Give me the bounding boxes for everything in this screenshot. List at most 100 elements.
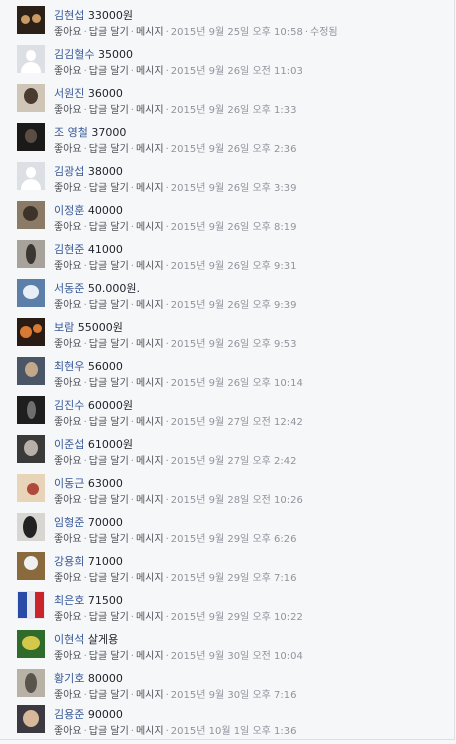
avatar[interactable]	[17, 45, 45, 73]
avatar[interactable]	[17, 318, 45, 346]
reply-link[interactable]: 답글 달기	[89, 456, 129, 467]
reply-link[interactable]: 답글 달기	[89, 66, 129, 77]
avatar[interactable]	[17, 474, 45, 502]
commenter-name[interactable]: 조 영철	[54, 126, 88, 139]
commenter-name[interactable]: 김진수	[54, 399, 84, 412]
avatar[interactable]	[17, 630, 45, 658]
comment-timestamp[interactable]: 2015년 9월 26일 오후 8:19	[171, 222, 297, 233]
comment-timestamp[interactable]: 2015년 9월 26일 오후 1:33	[171, 105, 297, 116]
like-link[interactable]: 좋아요	[54, 495, 82, 506]
like-link[interactable]: 좋아요	[54, 300, 82, 311]
commenter-name[interactable]: 이정훈	[54, 204, 84, 217]
message-link[interactable]: 메시지	[136, 339, 164, 350]
like-link[interactable]: 좋아요	[54, 573, 82, 584]
reply-link[interactable]: 답글 달기	[89, 27, 129, 38]
reply-link[interactable]: 답글 달기	[89, 495, 129, 506]
comment-timestamp[interactable]: 2015년 10월 1일 오후 1:36	[171, 726, 297, 737]
message-link[interactable]: 메시지	[136, 378, 164, 389]
avatar[interactable]	[17, 669, 45, 697]
message-link[interactable]: 메시지	[136, 534, 164, 545]
comment-timestamp[interactable]: 2015년 9월 28일 오전 10:26	[171, 495, 303, 506]
like-link[interactable]: 좋아요	[54, 261, 82, 272]
reply-link[interactable]: 답글 달기	[89, 144, 129, 155]
avatar[interactable]	[17, 435, 45, 463]
like-link[interactable]: 좋아요	[54, 456, 82, 467]
like-link[interactable]: 좋아요	[54, 339, 82, 350]
message-link[interactable]: 메시지	[136, 726, 164, 737]
like-link[interactable]: 좋아요	[54, 222, 82, 233]
commenter-name[interactable]: 이동근	[54, 477, 84, 490]
commenter-name[interactable]: 최은호	[54, 594, 84, 607]
message-link[interactable]: 메시지	[136, 66, 164, 77]
avatar[interactable]	[17, 6, 45, 34]
avatar[interactable]	[17, 279, 45, 307]
avatar[interactable]	[17, 705, 45, 733]
like-link[interactable]: 좋아요	[54, 690, 82, 701]
avatar[interactable]	[17, 552, 45, 580]
like-link[interactable]: 좋아요	[54, 612, 82, 623]
commenter-name[interactable]: 황기호	[54, 672, 84, 685]
comment-timestamp[interactable]: 2015년 9월 30일 오전 10:04	[171, 651, 303, 662]
reply-link[interactable]: 답글 달기	[89, 534, 129, 545]
reply-link[interactable]: 답글 달기	[89, 651, 129, 662]
avatar[interactable]	[17, 123, 45, 151]
reply-link[interactable]: 답글 달기	[89, 105, 129, 116]
commenter-name[interactable]: 김용준	[54, 708, 84, 721]
reply-link[interactable]: 답글 달기	[89, 417, 129, 428]
avatar[interactable]	[17, 357, 45, 385]
comment-timestamp[interactable]: 2015년 9월 26일 오후 3:39	[171, 183, 297, 194]
edited-label[interactable]: 수정됨	[310, 27, 338, 38]
commenter-name[interactable]: 최현우	[54, 360, 84, 373]
like-link[interactable]: 좋아요	[54, 378, 82, 389]
message-link[interactable]: 메시지	[136, 222, 164, 233]
avatar[interactable]	[17, 201, 45, 229]
message-link[interactable]: 메시지	[136, 690, 164, 701]
like-link[interactable]: 좋아요	[54, 183, 82, 194]
comment-timestamp[interactable]: 2015년 9월 30일 오후 7:16	[171, 690, 297, 701]
like-link[interactable]: 좋아요	[54, 534, 82, 545]
message-link[interactable]: 메시지	[136, 300, 164, 311]
commenter-name[interactable]: 김현섭	[54, 9, 84, 22]
reply-link[interactable]: 답글 달기	[89, 339, 129, 350]
like-link[interactable]: 좋아요	[54, 726, 82, 737]
message-link[interactable]: 메시지	[136, 573, 164, 584]
commenter-name[interactable]: 강용희	[54, 555, 84, 568]
like-link[interactable]: 좋아요	[54, 27, 82, 38]
message-link[interactable]: 메시지	[136, 183, 164, 194]
reply-link[interactable]: 답글 달기	[89, 573, 129, 584]
like-link[interactable]: 좋아요	[54, 66, 82, 77]
reply-link[interactable]: 답글 달기	[89, 726, 129, 737]
comment-timestamp[interactable]: 2015년 9월 29일 오후 10:22	[171, 612, 303, 623]
reply-link[interactable]: 답글 달기	[89, 612, 129, 623]
commenter-name[interactable]: 이준섭	[54, 438, 84, 451]
avatar[interactable]	[17, 84, 45, 112]
reply-link[interactable]: 답글 달기	[89, 690, 129, 701]
avatar[interactable]	[17, 513, 45, 541]
avatar[interactable]	[17, 162, 45, 190]
like-link[interactable]: 좋아요	[54, 144, 82, 155]
reply-link[interactable]: 답글 달기	[89, 183, 129, 194]
commenter-name[interactable]: 보람	[54, 321, 74, 334]
comment-timestamp[interactable]: 2015년 9월 27일 오후 2:42	[171, 456, 297, 467]
reply-link[interactable]: 답글 달기	[89, 300, 129, 311]
commenter-name[interactable]: 이현석	[54, 633, 84, 646]
comment-timestamp[interactable]: 2015년 9월 26일 오후 10:14	[171, 378, 303, 389]
like-link[interactable]: 좋아요	[54, 105, 82, 116]
message-link[interactable]: 메시지	[136, 612, 164, 623]
commenter-name[interactable]: 김김혈수	[54, 48, 94, 61]
reply-link[interactable]: 답글 달기	[89, 261, 129, 272]
commenter-name[interactable]: 서동준	[54, 282, 84, 295]
avatar[interactable]	[17, 396, 45, 424]
commenter-name[interactable]: 임형준	[54, 516, 84, 529]
message-link[interactable]: 메시지	[136, 27, 164, 38]
reply-link[interactable]: 답글 달기	[89, 378, 129, 389]
message-link[interactable]: 메시지	[136, 651, 164, 662]
message-link[interactable]: 메시지	[136, 495, 164, 506]
message-link[interactable]: 메시지	[136, 417, 164, 428]
message-link[interactable]: 메시지	[136, 261, 164, 272]
message-link[interactable]: 메시지	[136, 144, 164, 155]
commenter-name[interactable]: 김현준	[54, 243, 84, 256]
comment-timestamp[interactable]: 2015년 9월 29일 오후 7:16	[171, 573, 297, 584]
comment-timestamp[interactable]: 2015년 9월 26일 오후 9:53	[171, 339, 297, 350]
commenter-name[interactable]: 서원진	[54, 87, 84, 100]
